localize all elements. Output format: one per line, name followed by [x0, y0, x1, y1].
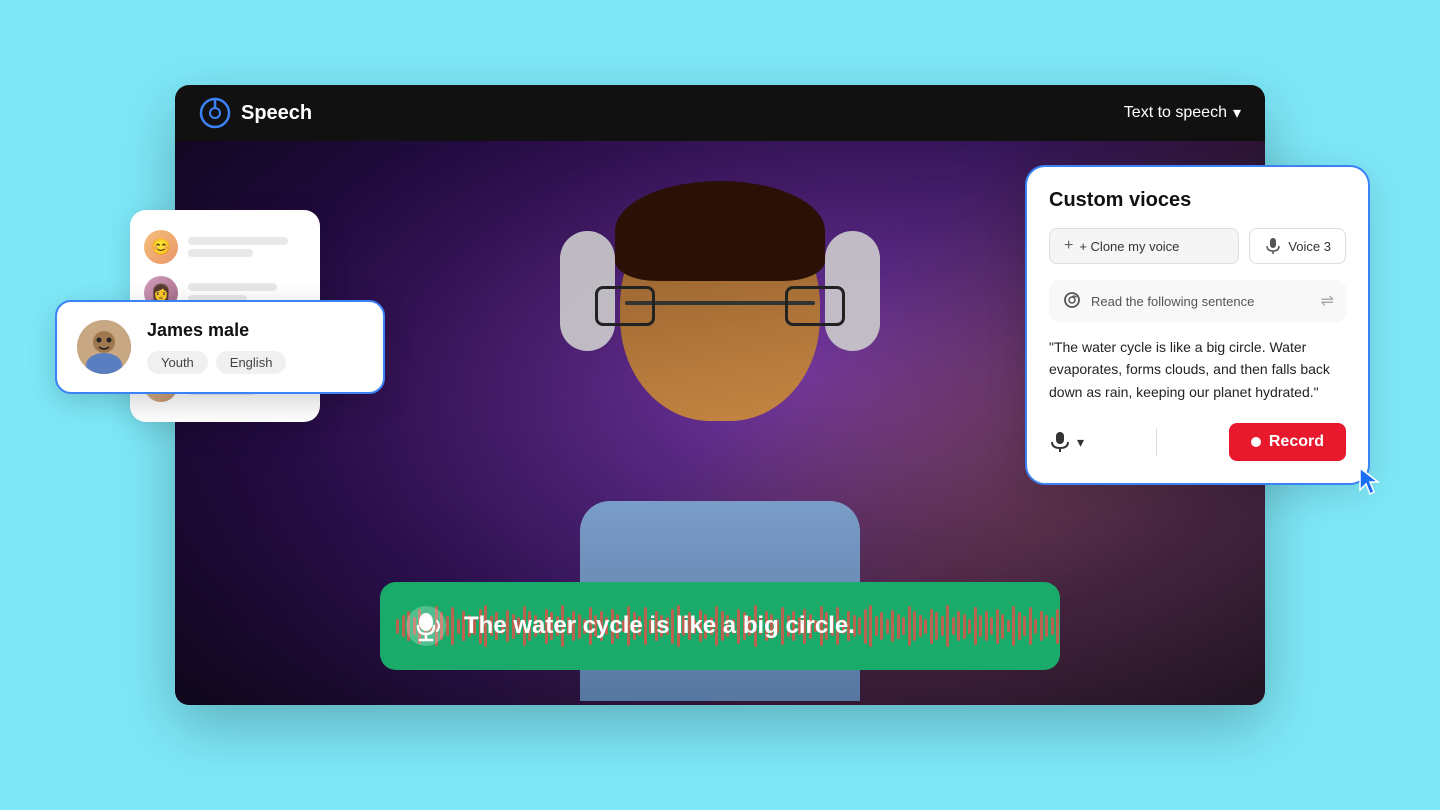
waveform-bar	[919, 615, 922, 637]
waveform-bar	[875, 616, 878, 636]
waveform-bar	[1001, 614, 1004, 639]
subtitle-text: The water cycle is like a big circle.	[464, 612, 855, 640]
mic-dropdown[interactable]: ▾	[1049, 431, 1084, 453]
clone-label: + Clone my voice	[1079, 239, 1179, 254]
list-item[interactable]: 😊	[144, 224, 306, 270]
waveform-bar	[996, 609, 999, 644]
sentence-row: Read the following sentence ⇌	[1049, 280, 1346, 322]
subtitle-voice-icon	[404, 604, 448, 648]
logo-area: Speech	[199, 97, 312, 129]
waveform-bar	[902, 617, 905, 635]
mic-large-icon	[1049, 431, 1071, 453]
waveform-bar	[1051, 617, 1054, 635]
tts-label: Text to speech	[1124, 104, 1227, 122]
waveform-bar	[941, 616, 944, 636]
james-info: James male Youth English	[147, 320, 286, 374]
waveform-bar	[968, 619, 971, 634]
waveform-bar	[1007, 620, 1010, 632]
headphone-icon	[1061, 290, 1083, 312]
shuffle-icon[interactable]: ⇌	[1321, 291, 1334, 311]
logo-icon	[199, 97, 231, 129]
sentence-label: Read the following sentence	[1091, 294, 1313, 309]
waveform-bar	[913, 611, 916, 641]
waveform-bar	[1040, 611, 1043, 641]
waveform-bar	[1012, 606, 1015, 646]
custom-voices-title: Custom vioces	[1049, 189, 1346, 212]
record-dot-icon	[1251, 437, 1261, 447]
tag-youth: Youth	[147, 351, 208, 374]
clone-voice-button[interactable]: + + Clone my voice	[1049, 228, 1239, 264]
waveform-bar	[886, 619, 889, 634]
mic-icon	[1264, 237, 1282, 255]
waveform-bar	[1034, 619, 1037, 634]
vertical-divider	[1156, 428, 1157, 456]
record-button[interactable]: Record	[1229, 423, 1346, 461]
james-avatar	[77, 320, 131, 374]
waveform-bar	[985, 611, 988, 641]
quote-text: "The water cycle is like a big circle. W…	[1049, 336, 1346, 403]
waveform-bar	[869, 605, 872, 647]
waveform-bar	[1045, 615, 1048, 637]
waveform-bar	[963, 614, 966, 639]
waveform-bar	[930, 609, 933, 644]
waveform-bar	[908, 606, 911, 646]
tag-english: English	[216, 351, 287, 374]
waveform-bar	[1029, 607, 1032, 645]
waveform-bar	[952, 617, 955, 635]
waveform-bar	[935, 612, 938, 640]
waveform-bar	[897, 614, 900, 639]
waveform-bar	[891, 610, 894, 642]
voice3-button[interactable]: Voice 3	[1249, 228, 1346, 264]
subtitle-bar: The water cycle is like a big circle.	[380, 582, 1060, 670]
james-name: James male	[147, 320, 286, 341]
waveform-bar	[1018, 612, 1021, 640]
waveform-bar	[1056, 609, 1059, 644]
james-card[interactable]: James male Youth English	[55, 300, 385, 394]
logo-text: Speech	[241, 102, 312, 125]
avatar: 😊	[144, 230, 178, 264]
waveform-bar	[864, 609, 867, 644]
waveform-bar	[924, 619, 927, 634]
waveform-bar	[979, 615, 982, 637]
waveform-bar	[974, 607, 977, 645]
cursor-icon	[1358, 466, 1386, 503]
record-label: Record	[1269, 433, 1324, 451]
waveform-bar	[946, 605, 949, 647]
voice3-label: Voice 3	[1288, 239, 1331, 254]
waveform-bar	[1023, 616, 1026, 636]
waveform-bar	[880, 612, 883, 640]
plus-icon: +	[1064, 237, 1073, 255]
tts-dropdown[interactable]: Text to speech ▾	[1124, 103, 1241, 123]
waveform-bar	[396, 619, 399, 634]
waveform-bar	[990, 617, 993, 635]
waveform-bar	[957, 611, 960, 641]
custom-voices-card: Custom vioces + + Clone my voice Voice 3…	[1025, 165, 1370, 485]
chevron-down-icon: ▾	[1077, 434, 1084, 451]
top-bar: Speech Text to speech ▾	[175, 85, 1265, 141]
waveform-bar	[858, 617, 861, 635]
chevron-down-icon: ▾	[1233, 103, 1241, 123]
